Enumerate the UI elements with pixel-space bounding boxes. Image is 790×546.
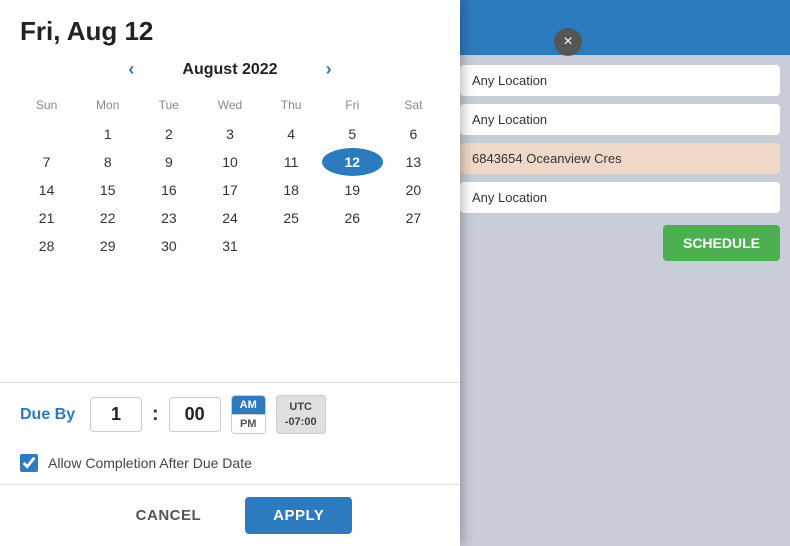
allow-completion-label: Allow Completion After Due Date bbox=[48, 455, 252, 471]
calendar-week-1: 78910111213 bbox=[16, 148, 444, 176]
bg-content: Any Location Any Location 6843654 Oceanv… bbox=[450, 55, 790, 546]
schedule-button[interactable]: SCHEDULE bbox=[663, 225, 780, 261]
calendar-day-24[interactable]: 24 bbox=[199, 204, 260, 232]
next-month-button[interactable]: › bbox=[318, 55, 340, 84]
weekday-sun: Sun bbox=[16, 94, 77, 120]
modal-title: Fri, Aug 12 bbox=[0, 0, 460, 55]
am-button[interactable]: AM bbox=[232, 396, 265, 414]
weekday-tue: Tue bbox=[138, 94, 199, 120]
calendar-day-7[interactable]: 7 bbox=[16, 148, 77, 176]
pm-button[interactable]: PM bbox=[232, 415, 265, 433]
calendar-day-15[interactable]: 15 bbox=[77, 176, 138, 204]
bg-row-1: Any Location bbox=[460, 65, 780, 96]
allow-completion-checkbox[interactable] bbox=[20, 454, 38, 472]
calendar-day-29[interactable]: 29 bbox=[77, 232, 138, 260]
timezone-button[interactable]: UTC-07:00 bbox=[276, 395, 326, 434]
weekday-wed: Wed bbox=[199, 94, 260, 120]
calendar-nav: ‹ August 2022 › bbox=[16, 55, 444, 84]
bg-row-3: 6843654 Oceanview Cres bbox=[460, 143, 780, 174]
calendar-day-10[interactable]: 10 bbox=[199, 148, 260, 176]
minutes-input[interactable] bbox=[169, 397, 221, 432]
calendar-day-12[interactable]: 12 bbox=[322, 148, 383, 176]
bg-header bbox=[450, 0, 790, 55]
due-by-label: Due By bbox=[20, 406, 80, 424]
calendar-day-empty bbox=[261, 232, 322, 260]
calendar-day-11[interactable]: 11 bbox=[261, 148, 322, 176]
ampm-group: AM PM bbox=[231, 395, 266, 434]
bg-row-4: Any Location bbox=[460, 182, 780, 213]
calendar-day-20[interactable]: 20 bbox=[383, 176, 444, 204]
calendar-day-25[interactable]: 25 bbox=[261, 204, 322, 232]
calendar-day-2[interactable]: 2 bbox=[138, 120, 199, 148]
date-picker-modal: Fri, Aug 12 ‹ August 2022 › Sun Mon Tue … bbox=[0, 0, 460, 546]
calendar-day-5[interactable]: 5 bbox=[322, 120, 383, 148]
cancel-button[interactable]: CANCEL bbox=[108, 497, 230, 534]
calendar-day-1[interactable]: 1 bbox=[77, 120, 138, 148]
due-by-section: Due By : AM PM UTC-07:00 bbox=[0, 382, 460, 446]
hour-input[interactable] bbox=[90, 397, 142, 432]
weekday-sat: Sat bbox=[383, 94, 444, 120]
calendar-week-3: 21222324252627 bbox=[16, 204, 444, 232]
calendar-day-17[interactable]: 17 bbox=[199, 176, 260, 204]
calendar-week-0: 123456 bbox=[16, 120, 444, 148]
checkbox-section: Allow Completion After Due Date bbox=[0, 446, 460, 484]
calendar-day-empty bbox=[16, 120, 77, 148]
calendar-day-4[interactable]: 4 bbox=[261, 120, 322, 148]
calendar-day-21[interactable]: 21 bbox=[16, 204, 77, 232]
calendar-day-23[interactable]: 23 bbox=[138, 204, 199, 232]
calendar-day-22[interactable]: 22 bbox=[77, 204, 138, 232]
bg-row-2: Any Location bbox=[460, 104, 780, 135]
calendar-day-14[interactable]: 14 bbox=[16, 176, 77, 204]
calendar-month-year: August 2022 bbox=[182, 61, 277, 79]
prev-month-button[interactable]: ‹ bbox=[120, 55, 142, 84]
calendar-body: 1234567891011121314151617181920212223242… bbox=[16, 120, 444, 260]
weekday-mon: Mon bbox=[77, 94, 138, 120]
calendar-day-31[interactable]: 31 bbox=[199, 232, 260, 260]
calendar-day-empty bbox=[322, 232, 383, 260]
calendar-day-30[interactable]: 30 bbox=[138, 232, 199, 260]
calendar-day-19[interactable]: 19 bbox=[322, 176, 383, 204]
calendar-day-3[interactable]: 3 bbox=[199, 120, 260, 148]
calendar-day-9[interactable]: 9 bbox=[138, 148, 199, 176]
calendar-day-8[interactable]: 8 bbox=[77, 148, 138, 176]
calendar-day-26[interactable]: 26 bbox=[322, 204, 383, 232]
calendar-day-18[interactable]: 18 bbox=[261, 176, 322, 204]
calendar-week-2: 14151617181920 bbox=[16, 176, 444, 204]
calendar-day-28[interactable]: 28 bbox=[16, 232, 77, 260]
calendar-day-16[interactable]: 16 bbox=[138, 176, 199, 204]
calendar-day-empty bbox=[383, 232, 444, 260]
modal-footer: CANCEL APPLY bbox=[0, 484, 460, 546]
calendar-day-6[interactable]: 6 bbox=[383, 120, 444, 148]
calendar-grid: Sun Mon Tue Wed Thu Fri Sat 123456789101… bbox=[16, 94, 444, 260]
calendar-day-27[interactable]: 27 bbox=[383, 204, 444, 232]
weekday-thu: Thu bbox=[261, 94, 322, 120]
time-colon: : bbox=[152, 403, 159, 426]
calendar-weekdays-row: Sun Mon Tue Wed Thu Fri Sat bbox=[16, 94, 444, 120]
close-button[interactable]: × bbox=[554, 28, 582, 56]
apply-button[interactable]: APPLY bbox=[245, 497, 352, 534]
calendar: ‹ August 2022 › Sun Mon Tue Wed Thu Fri … bbox=[0, 55, 460, 382]
weekday-fri: Fri bbox=[322, 94, 383, 120]
calendar-week-4: 28293031 bbox=[16, 232, 444, 260]
calendar-day-13[interactable]: 13 bbox=[383, 148, 444, 176]
